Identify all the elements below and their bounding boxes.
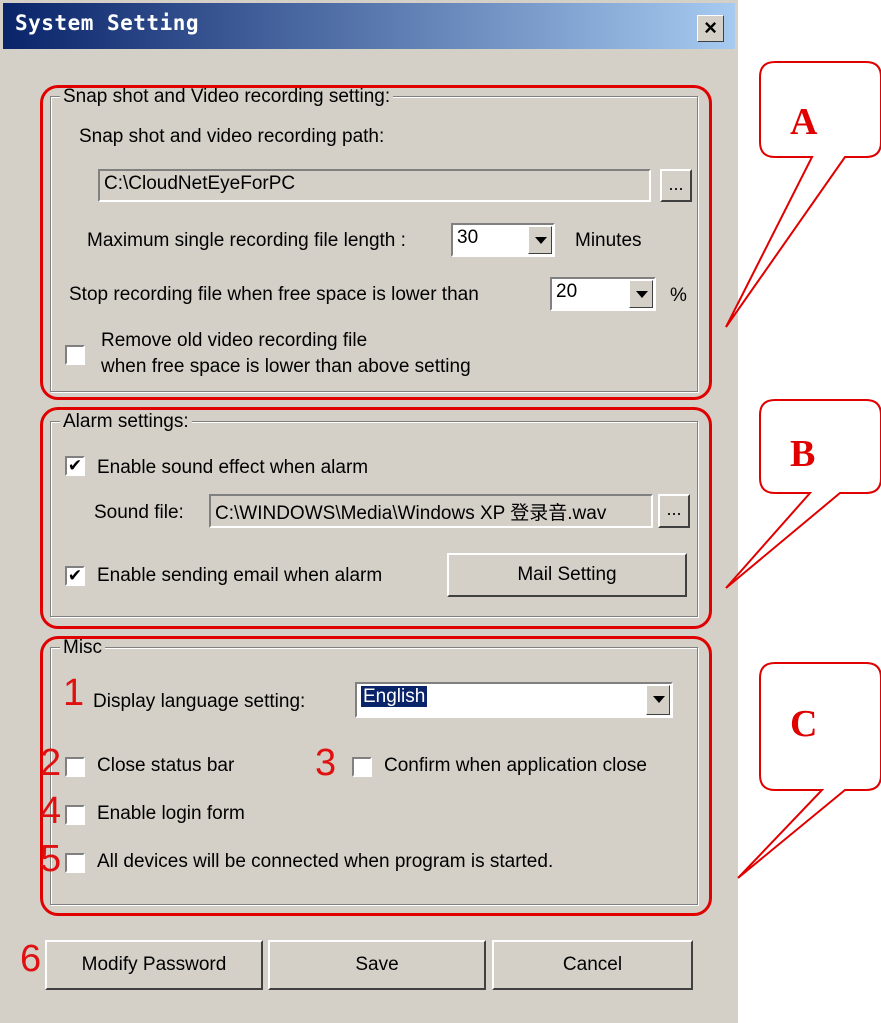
callout-bubbles [725,61,881,879]
callout-bubble-b [725,399,881,589]
callout-letter-b: B [790,433,816,475]
callout-letter-a: A [790,101,818,143]
callout-bubble-c [737,662,881,879]
callout-letter-c: C [790,703,818,745]
